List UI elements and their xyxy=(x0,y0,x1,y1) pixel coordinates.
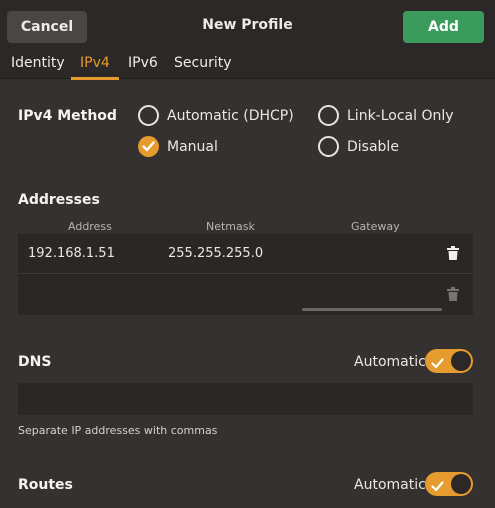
ipv4-method-label: IPv4 Method xyxy=(18,108,117,124)
tab-security[interactable]: Security xyxy=(174,55,232,79)
column-header-gateway: Gateway xyxy=(351,220,400,233)
dns-automatic-switch[interactable] xyxy=(425,349,473,373)
column-header-address: Address xyxy=(68,220,112,233)
radio-disable[interactable]: Disable xyxy=(318,136,399,157)
radio-label: Automatic (DHCP) xyxy=(167,107,294,124)
addresses-table: 192.168.1.51 255.255.255.0 xyxy=(18,234,473,315)
tab-ipv4[interactable]: IPv4 xyxy=(71,55,119,80)
radio-label: Link-Local Only xyxy=(347,107,454,124)
radio-label: Disable xyxy=(347,138,399,155)
dns-label: DNS xyxy=(18,354,52,370)
radio-circle xyxy=(318,105,339,126)
dns-servers-input[interactable] xyxy=(18,383,473,415)
tab-identity[interactable]: Identity xyxy=(11,55,65,79)
routes-automatic-label: Automatic xyxy=(354,477,426,493)
checkmark-icon xyxy=(431,477,444,496)
addresses-label: Addresses xyxy=(18,192,100,208)
dns-automatic-label: Automatic xyxy=(354,354,426,370)
checkmark-icon xyxy=(138,136,159,157)
radio-automatic-dhcp[interactable]: Automatic (DHCP) xyxy=(138,105,294,126)
horizontal-scrollbar[interactable] xyxy=(302,308,442,311)
routes-label: Routes xyxy=(18,477,73,493)
radio-circle xyxy=(318,136,339,157)
radio-circle xyxy=(138,105,159,126)
radio-label: Manual xyxy=(167,138,218,155)
add-button[interactable]: Add xyxy=(403,11,484,43)
routes-automatic-switch[interactable] xyxy=(425,472,473,496)
header-bar: Cancel New Profile Add xyxy=(0,0,495,52)
delete-icon[interactable] xyxy=(446,246,462,262)
switch-knob xyxy=(451,351,471,371)
column-header-netmask: Netmask xyxy=(206,220,255,233)
tab-bar: Identity IPv4 IPv6 Security xyxy=(0,52,495,80)
radio-link-local-only[interactable]: Link-Local Only xyxy=(318,105,454,126)
delete-icon xyxy=(446,287,462,303)
radio-manual[interactable]: Manual xyxy=(138,136,218,157)
switch-knob xyxy=(451,474,471,494)
table-row: 192.168.1.51 255.255.255.0 xyxy=(18,234,473,274)
dns-hint: Separate IP addresses with commas xyxy=(18,424,218,437)
checkmark-icon xyxy=(431,354,444,373)
tab-ipv6[interactable]: IPv6 xyxy=(128,55,158,79)
address-field[interactable]: 192.168.1.51 xyxy=(28,246,115,261)
netmask-field[interactable]: 255.255.255.0 xyxy=(168,246,263,261)
